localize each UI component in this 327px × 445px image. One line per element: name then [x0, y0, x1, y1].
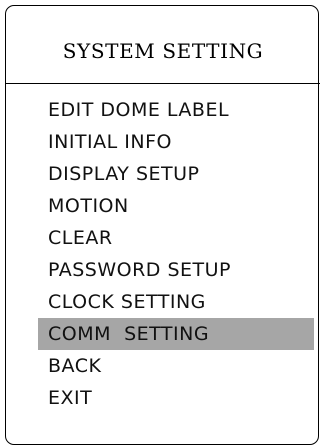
menu-list: EDIT DOME LABEL INITIAL INFO DISPLAY SET… [6, 94, 320, 414]
menu-item-edit-dome-label[interactable]: EDIT DOME LABEL [6, 94, 320, 126]
menu-item-clock-setting[interactable]: CLOCK SETTING [6, 286, 320, 318]
menu-item-back[interactable]: BACK [6, 350, 320, 382]
title-divider [6, 83, 320, 84]
menu-item-motion[interactable]: MOTION [6, 190, 320, 222]
menu-item-exit[interactable]: EXIT [6, 382, 320, 414]
menu-item-clear[interactable]: CLEAR [6, 222, 320, 254]
menu-title: SYSTEM SETTING [62, 39, 264, 63]
menu-item-display-setup[interactable]: DISPLAY SETUP [6, 158, 320, 190]
menu-item-password-setup[interactable]: PASSWORD SETUP [6, 254, 320, 286]
system-setting-menu: SYSTEM SETTING EDIT DOME LABEL INITIAL I… [5, 5, 320, 445]
menu-item-initial-info[interactable]: INITIAL INFO [6, 126, 320, 158]
menu-item-comm-setting[interactable]: COMM SETTING [38, 318, 314, 350]
